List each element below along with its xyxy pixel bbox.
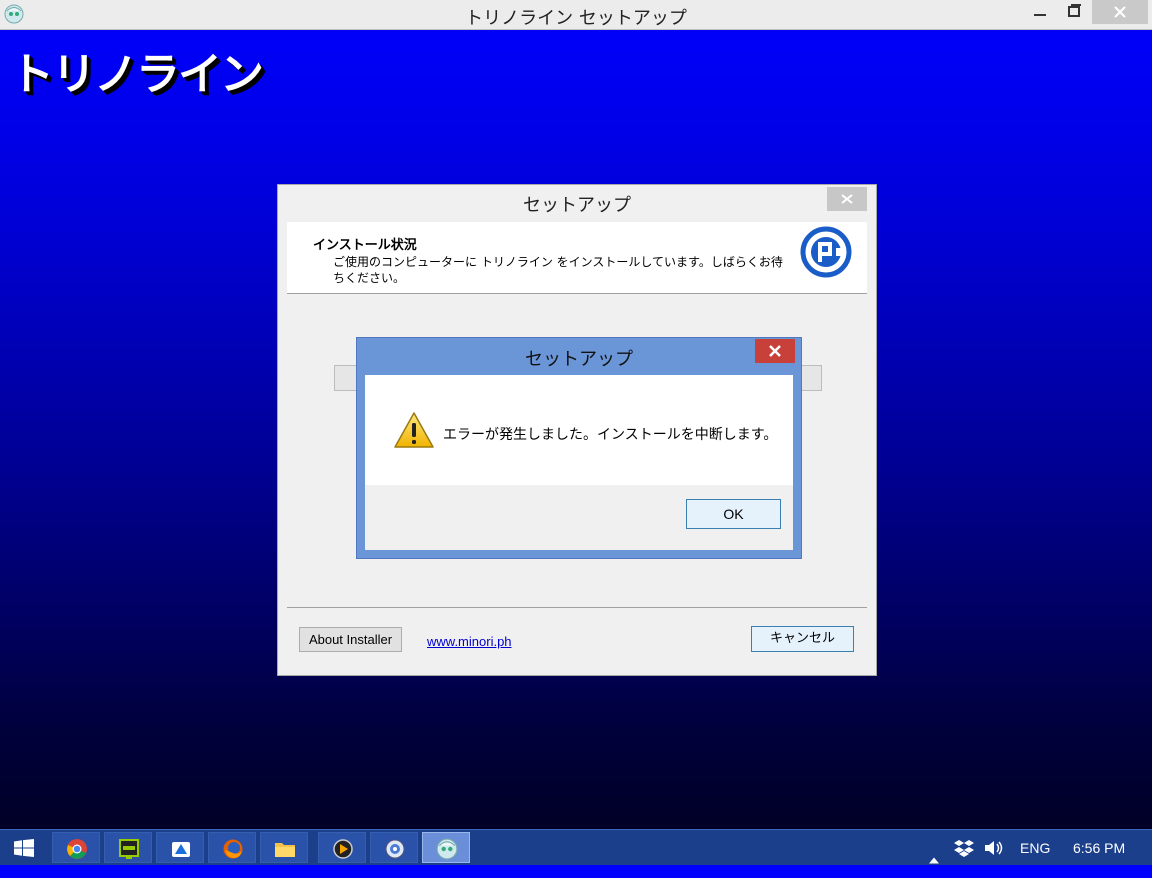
taskbar-app-disc[interactable] (370, 832, 418, 863)
footer-divider (287, 607, 867, 608)
taskbar-app-monitor[interactable] (104, 832, 152, 863)
language-indicator[interactable]: ENG (1020, 840, 1050, 875)
windows-start-icon[interactable] (14, 839, 34, 857)
error-message: エラーが発生しました。インストールを中断します。 (443, 427, 778, 443)
minori-link[interactable]: www.minori.ph (427, 634, 512, 649)
volume-icon[interactable] (983, 838, 1005, 858)
minimize-icon (1034, 14, 1046, 16)
firefox-icon (223, 839, 243, 859)
dropbox-icon[interactable] (954, 838, 974, 858)
disc-app-icon (385, 839, 405, 859)
error-dialog: セットアップ エラーが発生しました。インストールを中断します。 OK (356, 337, 802, 559)
setup-close-button[interactable] (827, 187, 867, 211)
ok-button[interactable]: OK (686, 499, 781, 529)
minori-logo-icon (800, 226, 852, 278)
maximize-button[interactable] (1058, 0, 1090, 24)
window-close-button[interactable] (1092, 0, 1148, 24)
cancel-button[interactable]: キャンセル (751, 626, 854, 652)
character-app-icon (436, 838, 458, 860)
taskbar-firefox[interactable] (208, 832, 256, 863)
minimize-button[interactable] (1026, 0, 1054, 24)
folder-icon (275, 843, 295, 857)
error-dialog-body: エラーが発生しました。インストールを中断します。 OK (365, 375, 793, 550)
taskbar-setup-app[interactable] (422, 832, 470, 863)
error-close-button[interactable] (755, 339, 795, 363)
show-hidden-icons-icon[interactable] (928, 843, 940, 878)
window-titlebar: トリノライン セットアップ (0, 0, 1152, 30)
taskbar-file-explorer[interactable] (260, 832, 308, 863)
taskbar-media-player[interactable] (318, 832, 366, 863)
taskbar-app-blue[interactable] (156, 832, 204, 863)
close-icon (1114, 6, 1126, 18)
install-status-text: ご使用のコンピューターに トリノライン をインストールしています。しばらくお待ち… (333, 255, 783, 285)
taskbar-chrome[interactable] (52, 832, 100, 863)
warning-icon (394, 412, 434, 448)
close-icon (769, 345, 781, 357)
error-dialog-caption: セットアップ (525, 349, 633, 370)
blue-arrow-app-icon (172, 842, 190, 857)
media-player-icon (333, 839, 353, 859)
app-banner-title: トリノライン (10, 49, 264, 100)
monitor-app-icon (119, 839, 139, 859)
setup-header: インストール状況 ご使用のコンピューターに トリノライン をインストールしていま… (287, 222, 867, 294)
error-message-area: エラーが発生しました。インストールを中断します。 (365, 375, 793, 485)
restore-icon (1068, 4, 1081, 17)
setup-dialog-caption: セットアップ (523, 195, 631, 216)
window-title: トリノライン セットアップ (465, 8, 687, 29)
close-icon (841, 194, 853, 204)
chrome-icon (67, 839, 87, 859)
taskbar: ENG 6:56 PM (0, 829, 1152, 865)
install-status-title: インストール状況 (313, 238, 417, 253)
about-installer-button[interactable]: About Installer (299, 627, 402, 652)
clock[interactable]: 6:56 PM (1073, 840, 1125, 875)
